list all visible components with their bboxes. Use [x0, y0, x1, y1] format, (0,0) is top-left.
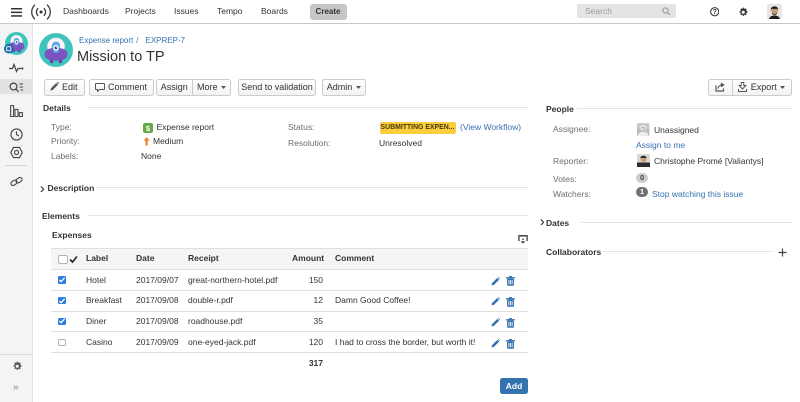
svg-text:?: ?	[712, 9, 716, 16]
svg-text:$: $	[145, 124, 150, 133]
svg-text:?: ?	[641, 124, 645, 133]
